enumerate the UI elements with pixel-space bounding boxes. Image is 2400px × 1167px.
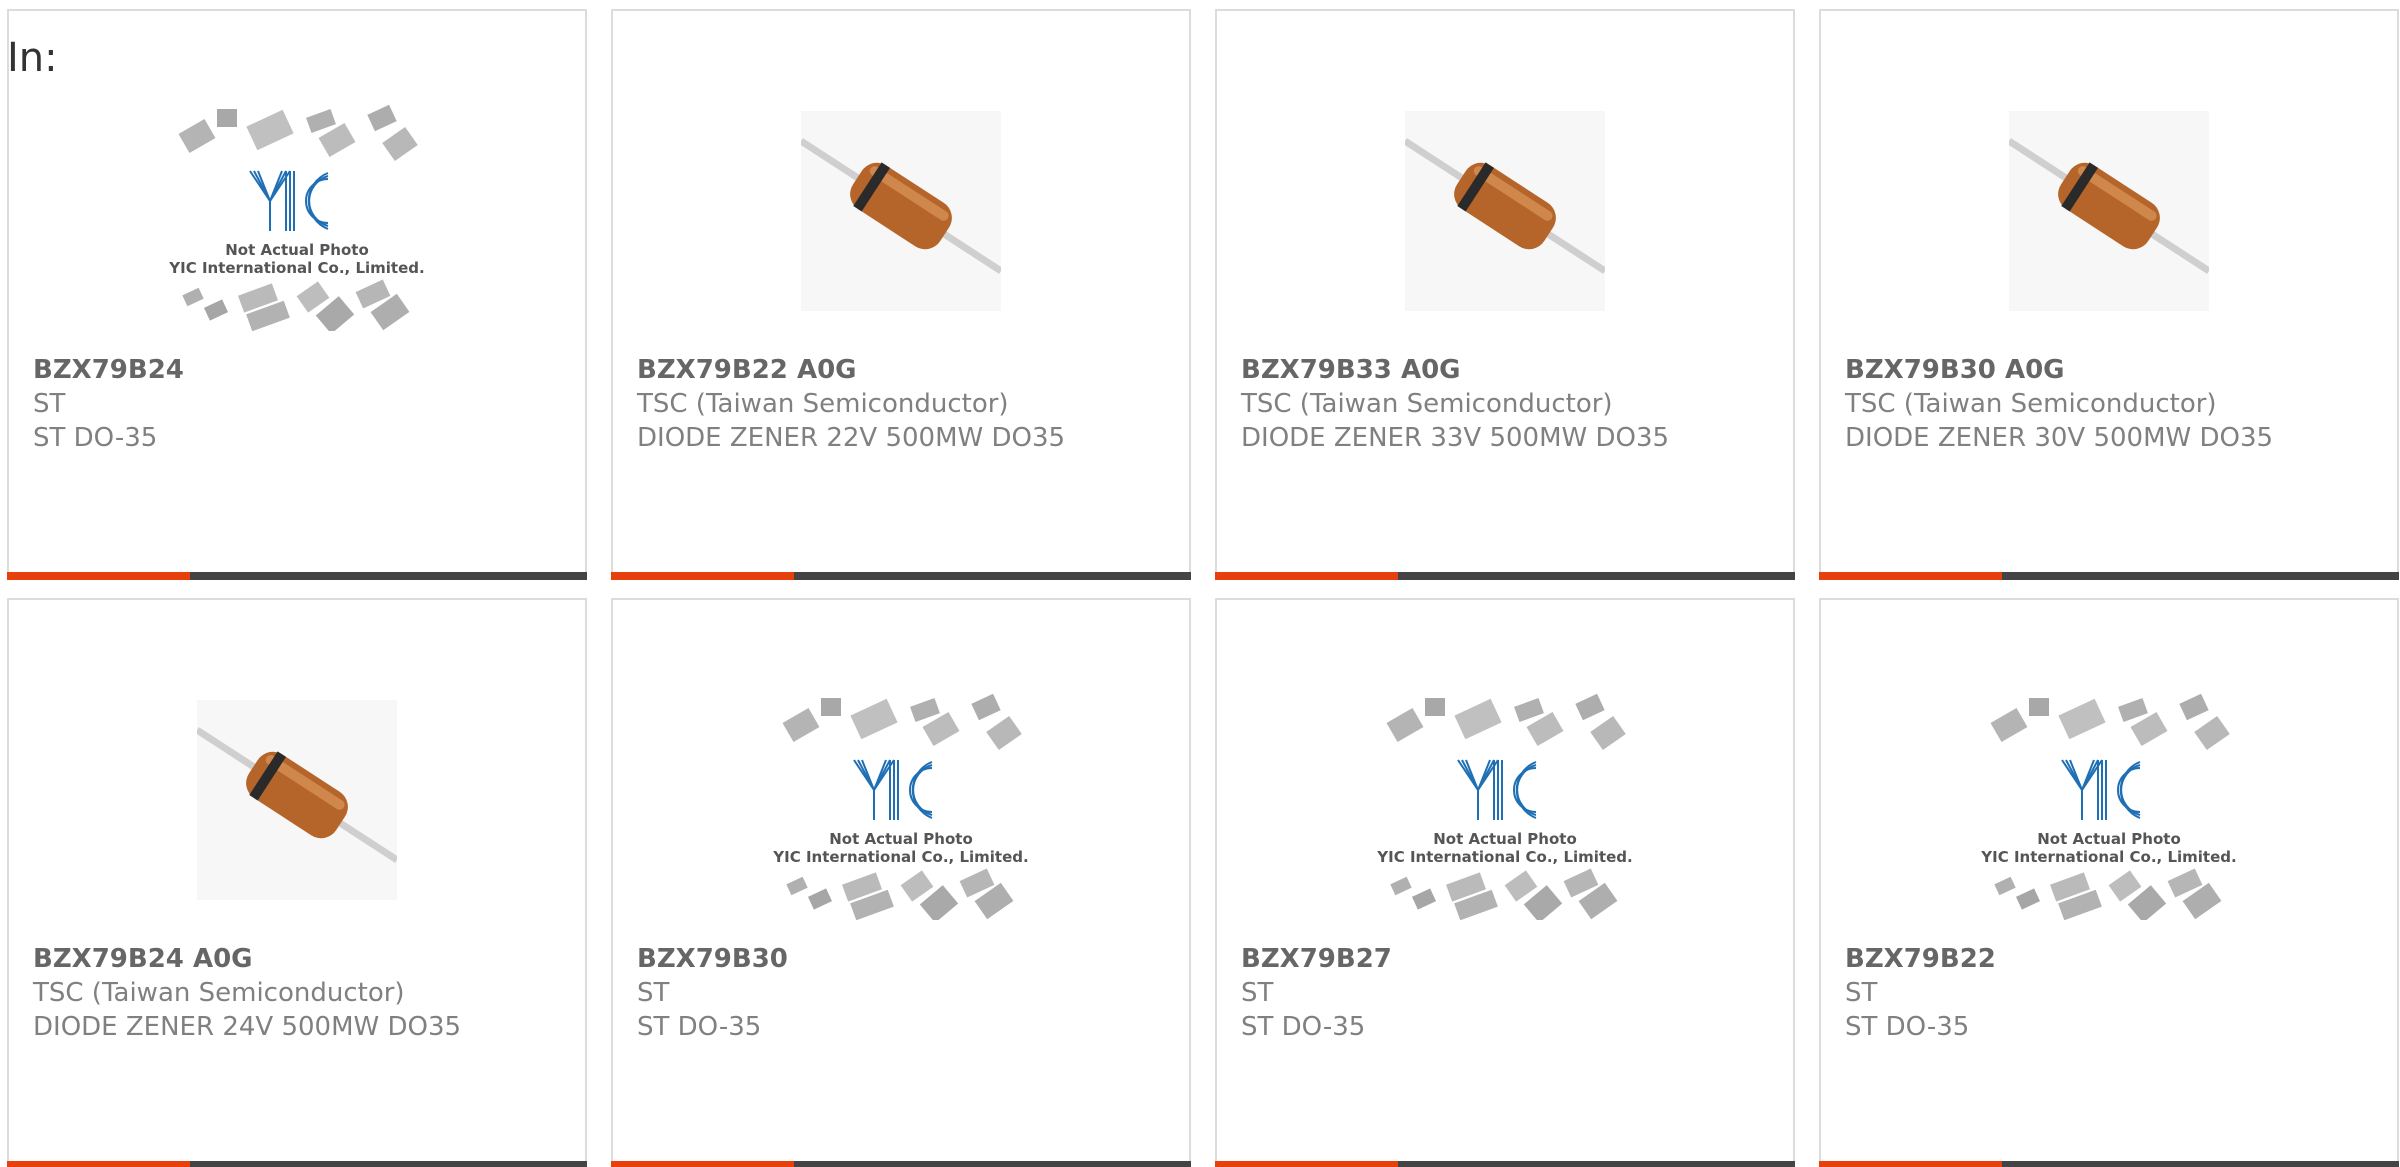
description-label: ST DO-35 (1845, 1012, 1970, 1042)
product-card[interactable]: Not Actual Photo YIC International Co., L… (611, 598, 1191, 1167)
product-image[interactable] (9, 660, 585, 940)
placeholder-caption-line2: YIC International Co., Limited. (772, 848, 1028, 866)
manufacturer-label: ST (1845, 978, 1878, 1008)
placeholder-caption-line2: YIC International Co., Limited. (1376, 848, 1632, 866)
manufacturer-label: TSC (Taiwan Semiconductor) (1241, 389, 1613, 419)
part-number-link[interactable]: BZX79B22 A0G (637, 353, 1179, 387)
card-accent-bar (1819, 1161, 2399, 1167)
product-image[interactable]: Not Actual Photo YIC International Co., L… (9, 71, 585, 351)
placeholder-image: Not Actual PhotoYIC International Co., L… (1980, 693, 2237, 920)
product-image[interactable]: Not Actual Photo YIC International Co., L… (1217, 660, 1793, 940)
product-info: BZX79B22 ST ST DO-35 (1845, 942, 2387, 1044)
card-accent-segment (611, 572, 794, 580)
placeholder-caption-line1: Not Actual Photo (1433, 830, 1577, 848)
product-info: BZX79B30 A0G TSC (Taiwan Semiconductor) … (1845, 353, 2387, 455)
part-number-link[interactable]: BZX79B30 A0G (1845, 353, 2387, 387)
product-image[interactable]: Not Actual Photo YIC International Co., L… (613, 660, 1189, 940)
yic-logo-icon (2061, 759, 2141, 820)
diode-photo (2009, 111, 2209, 311)
placeholder-caption-line1: Not Actual Photo (225, 241, 369, 259)
yic-logo-icon (249, 170, 329, 231)
description-label: ST DO-35 (33, 423, 158, 453)
product-card[interactable]: BZX79B30 A0G TSC (Taiwan Semiconductor) … (1819, 9, 2399, 580)
description-label: DIODE ZENER 22V 500MW DO35 (637, 423, 1066, 453)
manufacturer-label: TSC (Taiwan Semiconductor) (637, 389, 1009, 419)
placeholder-caption-line1: Not Actual Photo (829, 830, 973, 848)
description-label: DIODE ZENER 24V 500MW DO35 (33, 1012, 462, 1042)
card-accent-bar (1215, 572, 1795, 580)
part-number-link[interactable]: BZX79B24 A0G (33, 942, 575, 976)
manufacturer-label: ST (637, 978, 670, 1008)
product-info: BZX79B22 A0G TSC (Taiwan Semiconductor) … (637, 353, 1179, 455)
manufacturer-label: ST (33, 389, 66, 419)
description-label: DIODE ZENER 30V 500MW DO35 (1845, 423, 2274, 453)
card-accent-bar (611, 1161, 1191, 1167)
placeholder-caption-line2: YIC International Co., Limited. (1980, 848, 2236, 866)
product-info: BZX79B30 ST ST DO-35 (637, 942, 1179, 1044)
part-number-link[interactable]: BZX79B22 (1845, 942, 2387, 976)
product-image[interactable] (1217, 71, 1793, 351)
product-card[interactable]: BZX79B33 A0G TSC (Taiwan Semiconductor) … (1215, 9, 1795, 580)
yic-logo-icon (1457, 759, 1537, 820)
description-label: ST DO-35 (1241, 1012, 1366, 1042)
part-number-link[interactable]: BZX79B27 (1241, 942, 1783, 976)
in-label: In: (7, 35, 58, 81)
description-label: DIODE ZENER 33V 500MW DO35 (1241, 423, 1670, 453)
placeholder-caption-line2: YIC International Co., Limited. (168, 259, 424, 277)
card-accent-segment (1215, 1161, 1398, 1167)
diode-photo (1405, 111, 1605, 311)
placeholder-caption-line1: Not Actual Photo (2037, 830, 2181, 848)
diode-photo (197, 700, 397, 900)
card-accent-segment (1819, 1161, 2002, 1167)
product-card[interactable]: BZX79B24 A0G TSC (Taiwan Semiconductor) … (7, 598, 587, 1167)
placeholder-image: Not Actual PhotoYIC International Co., L… (168, 104, 425, 331)
product-card[interactable]: Not Actual Photo YIC International Co., L… (1215, 598, 1795, 1167)
manufacturer-label: TSC (Taiwan Semiconductor) (33, 978, 405, 1008)
placeholder-image: Not Actual PhotoYIC International Co., L… (772, 693, 1029, 920)
manufacturer-label: TSC (Taiwan Semiconductor) (1845, 389, 2217, 419)
product-card[interactable]: Not Actual Photo YIC International Co., L… (7, 9, 587, 580)
card-accent-bar (611, 572, 1191, 580)
product-image[interactable] (613, 71, 1189, 351)
product-results-page: In: Not Actual Photo YIC International Co… (0, 0, 2400, 1167)
card-accent-segment (7, 1161, 190, 1167)
card-accent-bar (7, 572, 587, 580)
card-accent-segment (611, 1161, 794, 1167)
card-accent-bar (7, 1161, 587, 1167)
product-card[interactable]: BZX79B22 A0G TSC (Taiwan Semiconductor) … (611, 9, 1191, 580)
placeholder-image: Not Actual PhotoYIC International Co., L… (1376, 693, 1633, 920)
part-number-link[interactable]: BZX79B33 A0G (1241, 353, 1783, 387)
card-accent-segment (1819, 572, 2002, 580)
manufacturer-label: ST (1241, 978, 1274, 1008)
card-accent-bar (1215, 1161, 1795, 1167)
product-info: BZX79B24 ST ST DO-35 (33, 353, 575, 455)
product-image[interactable]: Not Actual Photo YIC International Co., L… (1821, 660, 2397, 940)
description-label: ST DO-35 (637, 1012, 762, 1042)
product-info: BZX79B27 ST ST DO-35 (1241, 942, 1783, 1044)
product-image[interactable] (1821, 71, 2397, 351)
card-accent-segment (7, 572, 190, 580)
product-info: BZX79B33 A0G TSC (Taiwan Semiconductor) … (1241, 353, 1783, 455)
diode-photo (801, 111, 1001, 311)
part-number-link[interactable]: BZX79B24 (33, 353, 575, 387)
part-number-link[interactable]: BZX79B30 (637, 942, 1179, 976)
yic-logo-icon (853, 759, 933, 820)
card-accent-bar (1819, 572, 2399, 580)
product-grid: Not Actual Photo YIC International Co., L… (7, 9, 2399, 1167)
product-card[interactable]: Not Actual Photo YIC International Co., L… (1819, 598, 2399, 1167)
card-accent-segment (1215, 572, 1398, 580)
product-info: BZX79B24 A0G TSC (Taiwan Semiconductor) … (33, 942, 575, 1044)
